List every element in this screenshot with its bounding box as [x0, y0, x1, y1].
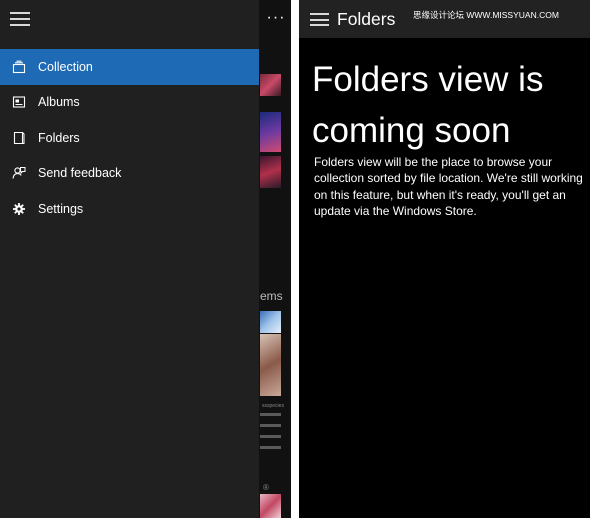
right-phone-screen: Folders 思缘设计论坛 WWW.MISSYUAN.COM Folders …: [299, 0, 590, 518]
background-thumbnail: [260, 74, 281, 96]
background-row: [260, 413, 281, 416]
background-registered-mark: ®: [263, 483, 269, 492]
background-items-label: ems: [260, 289, 283, 303]
background-thumbnail: [260, 156, 281, 188]
watermark: 思缘设计论坛 WWW.MISSYUAN.COM: [413, 10, 559, 20]
nav-item-folders[interactable]: Folders: [0, 120, 259, 156]
left-phone-screen: ··· ems ssspecies ® Collection Albums Fo…: [0, 0, 291, 518]
gear-icon: [13, 202, 25, 215]
folders-icon: [13, 131, 25, 144]
background-tiny-text: ssspecies: [262, 403, 284, 409]
nav-item-send-feedback[interactable]: Send feedback: [0, 156, 259, 192]
background-row: [260, 424, 281, 427]
navigation-menu: Collection Albums Folders Send feedback …: [0, 49, 259, 227]
collection-icon: [12, 60, 26, 73]
albums-icon: [12, 96, 26, 108]
background-row: [260, 446, 281, 449]
background-thumbnail: [260, 494, 281, 518]
feedback-icon: [12, 167, 26, 179]
background-thumbnail: [260, 334, 281, 396]
background-row: [260, 435, 281, 438]
nav-item-label: Collection: [38, 59, 93, 74]
coming-soon-heading: Folders view is coming soon: [312, 60, 544, 150]
nav-item-label: Settings: [38, 201, 84, 216]
nav-item-settings[interactable]: Settings: [0, 191, 259, 227]
app-header: Folders 思缘设计论坛 WWW.MISSYUAN.COM: [299, 0, 590, 38]
navigation-pane: Collection Albums Folders Send feedback …: [0, 0, 259, 518]
background-thumbnail: [260, 311, 281, 333]
coming-soon-description: Folders view will be the place to browse…: [314, 155, 583, 219]
background-thumbnail: [260, 112, 281, 152]
nav-item-label: Albums: [38, 95, 80, 110]
nav-item-albums[interactable]: Albums: [0, 85, 259, 121]
nav-item-label: Folders: [38, 130, 80, 145]
hamburger-menu-button[interactable]: [310, 13, 329, 26]
page-title: Folders: [337, 9, 396, 29]
more-options-button[interactable]: ···: [262, 6, 290, 32]
nav-item-label: Send feedback: [38, 166, 122, 181]
nav-item-collection[interactable]: Collection: [0, 49, 259, 85]
hamburger-menu-button[interactable]: [10, 12, 30, 26]
